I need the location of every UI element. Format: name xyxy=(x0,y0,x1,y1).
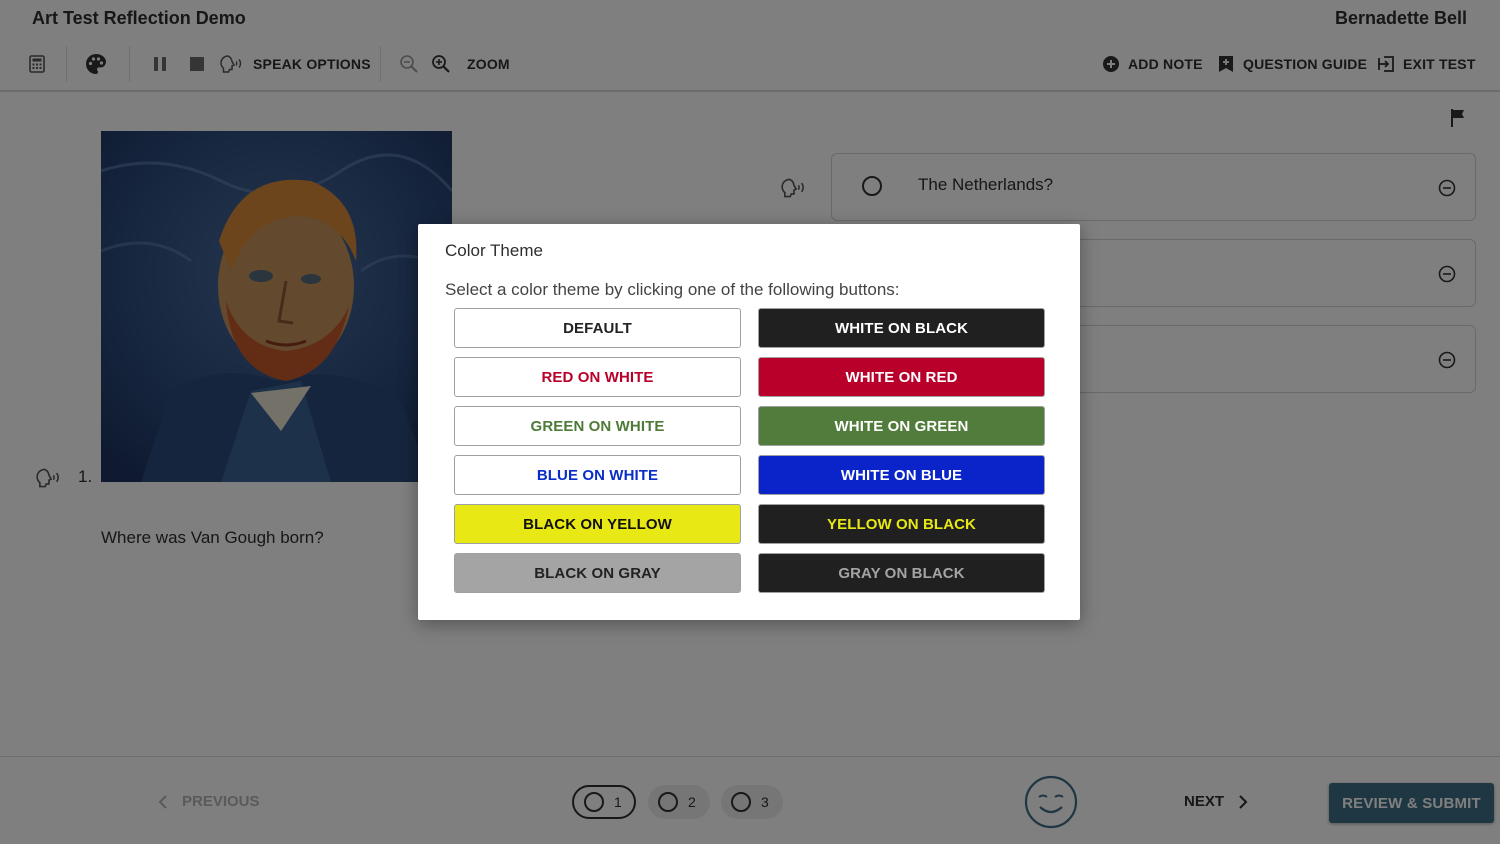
theme-white-on-blue-button[interactable]: WHITE ON BLUE xyxy=(758,455,1045,495)
theme-green-on-white-button[interactable]: GREEN ON WHITE xyxy=(454,406,741,446)
theme-gray-on-black-button[interactable]: GRAY ON BLACK xyxy=(758,553,1045,593)
theme-black-on-gray-button[interactable]: BLACK ON GRAY xyxy=(454,553,741,593)
theme-default-button[interactable]: DEFAULT xyxy=(454,308,741,348)
theme-white-on-green-button[interactable]: WHITE ON GREEN xyxy=(758,406,1045,446)
dialog-title: Color Theme xyxy=(445,241,543,260)
theme-red-on-white-button[interactable]: RED ON WHITE xyxy=(454,357,741,397)
test-app: Art Test Reflection Demo Bernadette Bell xyxy=(0,0,1500,844)
theme-white-on-red-button[interactable]: WHITE ON RED xyxy=(758,357,1045,397)
theme-black-on-yellow-button[interactable]: BLACK ON YELLOW xyxy=(454,504,741,544)
color-theme-dialog: Color Theme Select a color theme by clic… xyxy=(418,224,1080,620)
theme-yellow-on-black-button[interactable]: YELLOW ON BLACK xyxy=(758,504,1045,544)
dialog-prompt: Select a color theme by clicking one of … xyxy=(445,280,900,299)
theme-white-on-black-button[interactable]: WHITE ON BLACK xyxy=(758,308,1045,348)
theme-blue-on-white-button[interactable]: BLUE ON WHITE xyxy=(454,455,741,495)
